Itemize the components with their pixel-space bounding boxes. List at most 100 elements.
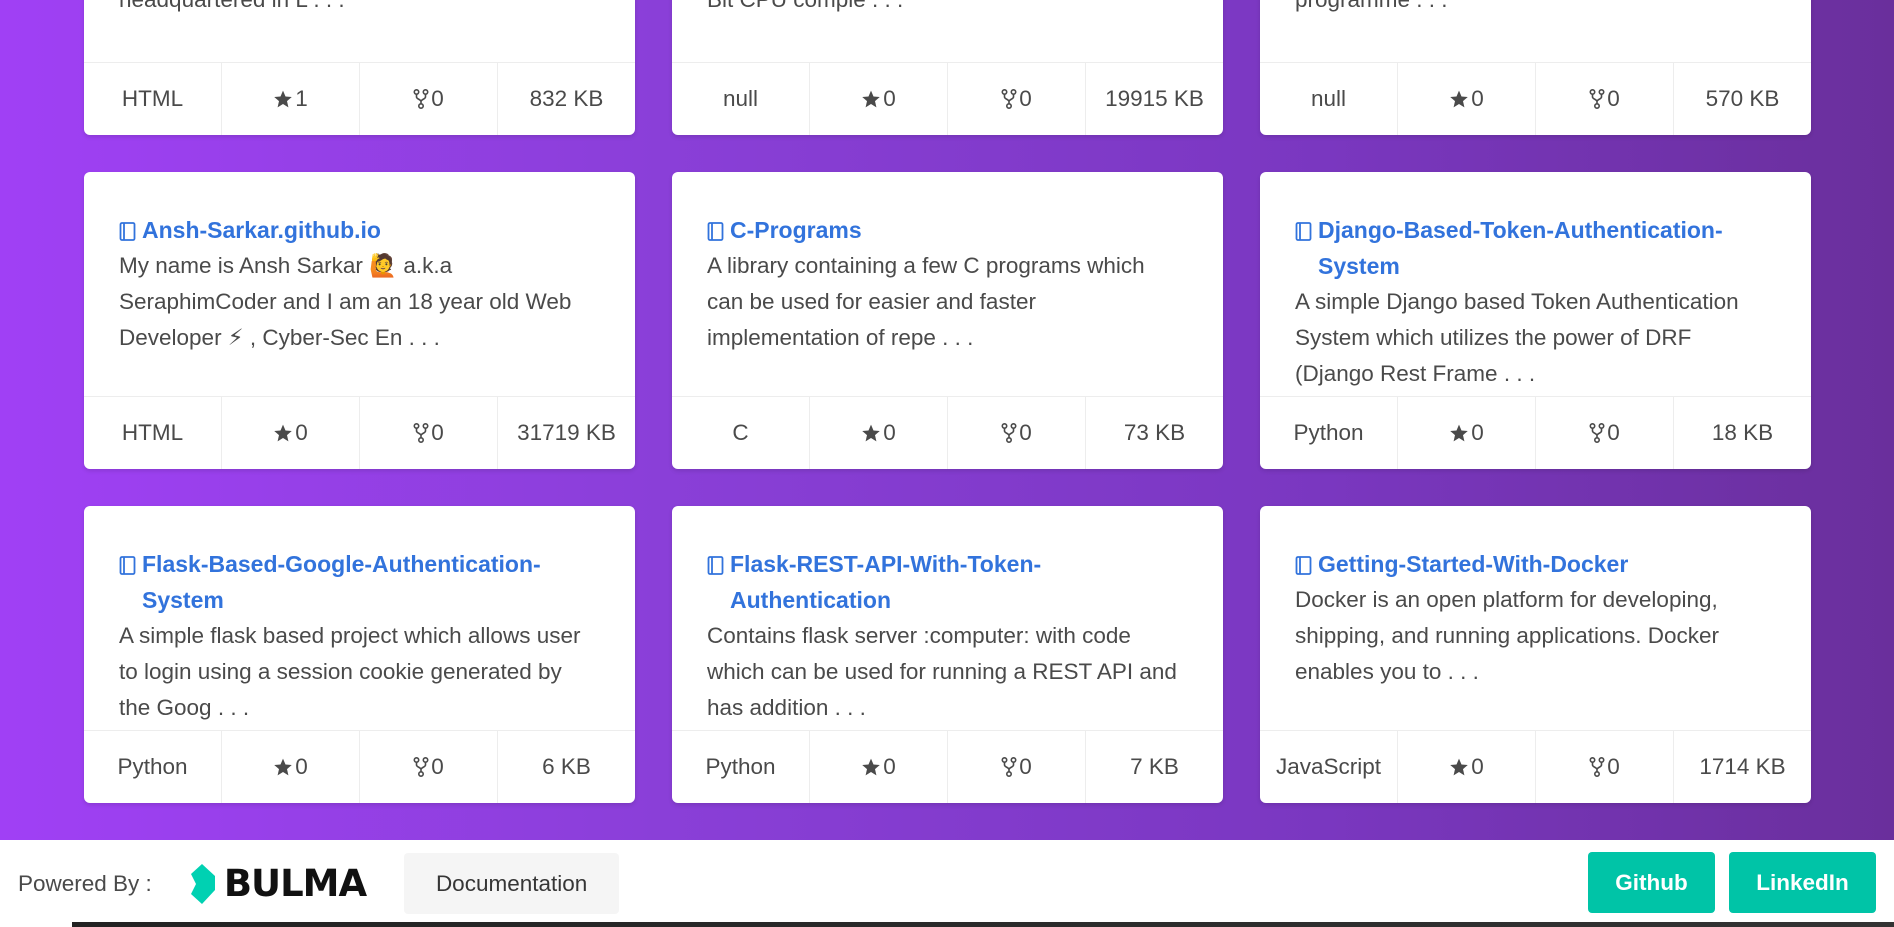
- repo-title-link[interactable]: Ansh-Sarkar.github.io: [119, 212, 599, 248]
- repo-title: C-Programs: [730, 217, 862, 243]
- repo-stars: 0: [1398, 731, 1536, 803]
- fork-icon: [1589, 89, 1605, 109]
- repo-description: Bit CPU comple . . .: [707, 0, 1187, 18]
- card-footer: HTML 0 0 31719 KB: [84, 396, 635, 469]
- repo-card: Ansh-Sarkar.github.io My name is Ansh Sa…: [84, 172, 635, 469]
- book-icon: [707, 222, 724, 241]
- size-label: 73 KB: [1123, 420, 1186, 445]
- star-count: 0: [295, 420, 308, 445]
- book-icon: [707, 556, 724, 575]
- repo-card: Getting-Started-With-Docker Docker is an…: [1260, 506, 1811, 803]
- fork-icon: [413, 423, 429, 443]
- size-label: 18 KB: [1711, 420, 1774, 445]
- bulma-logo-text: BULMA: [223, 862, 367, 905]
- book-icon: [1295, 556, 1312, 575]
- language-label: Python: [117, 754, 188, 779]
- repo-size: 1714 KB: [1674, 731, 1811, 803]
- repo-title-link[interactable]: Django-Based-Token-Authentication-System: [1295, 212, 1775, 284]
- repo-forks: 0: [948, 397, 1086, 469]
- repo-forks: 0: [948, 63, 1086, 135]
- size-label: 832 KB: [529, 86, 604, 111]
- repo-size: 18 KB: [1674, 397, 1811, 469]
- fork-count: 0: [1607, 86, 1620, 111]
- card-content: Flask-Based-Google-Authentication-System…: [84, 506, 635, 730]
- repo-card: programme . . . null 0 0 570 KB: [1260, 0, 1811, 135]
- repo-title: Flask-REST-API-With-Token-Authentication: [730, 551, 1042, 613]
- language-label: null: [1310, 86, 1347, 111]
- star-icon: [862, 90, 880, 108]
- repo-stars: 0: [810, 731, 948, 803]
- fork-icon: [413, 89, 429, 109]
- card-content: C-Programs A library containing a few C …: [672, 172, 1223, 396]
- star-icon: [274, 424, 292, 442]
- star-count: 0: [883, 86, 896, 111]
- repo-description: Contains flask server :computer: with co…: [707, 623, 1177, 720]
- fork-icon: [1001, 423, 1017, 443]
- repo-title-link[interactable]: Flask-Based-Google-Authentication-System: [119, 546, 599, 618]
- repo-card: Flask-Based-Google-Authentication-System…: [84, 506, 635, 803]
- fork-count: 0: [1019, 754, 1032, 779]
- language-label: C: [732, 420, 749, 445]
- repo-title: Getting-Started-With-Docker: [1318, 551, 1629, 577]
- language-label: Python: [705, 754, 776, 779]
- star-count: 0: [1471, 86, 1484, 111]
- card-content: headquartered in L . . .: [84, 0, 635, 62]
- repo-card: headquartered in L . . . HTML 1 0 832 KB: [84, 0, 635, 135]
- language-label: JavaScript: [1275, 754, 1382, 779]
- card-footer: C 0 0 73 KB: [672, 396, 1223, 469]
- language-label: Python: [1293, 420, 1364, 445]
- card-content: Getting-Started-With-Docker Docker is an…: [1260, 506, 1811, 730]
- repo-description: A simple Django based Token Authenticati…: [1295, 289, 1739, 386]
- page-footer: Powered By : BULMA Documentation Github …: [0, 840, 1894, 927]
- star-icon: [274, 90, 292, 108]
- bulma-logo[interactable]: BULMA: [188, 862, 367, 905]
- repo-forks: 0: [1536, 731, 1674, 803]
- fork-count: 0: [1019, 420, 1032, 445]
- card-content: Bit CPU comple . . .: [672, 0, 1223, 62]
- repo-stars: 0: [1398, 63, 1536, 135]
- repo-stars: 0: [222, 731, 360, 803]
- fork-count: 0: [431, 754, 444, 779]
- fork-count: 0: [1607, 754, 1620, 779]
- repo-description: Docker is an open platform for developin…: [1295, 587, 1720, 684]
- repo-grid: headquartered in L . . . HTML 1 0 832 KB…: [84, 0, 1812, 803]
- repo-card: Bit CPU comple . . . null 0 0 19915 KB: [672, 0, 1223, 135]
- card-footer: JavaScript 0 0 1714 KB: [1260, 730, 1811, 803]
- repo-title-link[interactable]: Getting-Started-With-Docker: [1295, 546, 1775, 582]
- card-content: Flask-REST-API-With-Token-Authentication…: [672, 506, 1223, 730]
- documentation-button[interactable]: Documentation: [404, 853, 620, 914]
- repo-stars: 0: [1398, 397, 1536, 469]
- repo-size: 6 KB: [498, 731, 635, 803]
- size-label: 6 KB: [542, 754, 591, 779]
- repo-language: null: [672, 63, 810, 135]
- fork-icon: [1001, 89, 1017, 109]
- repo-title-link[interactable]: Flask-REST-API-With-Token-Authentication: [707, 546, 1187, 618]
- star-icon: [862, 424, 880, 442]
- size-label: 7 KB: [1130, 754, 1179, 779]
- repo-size: 570 KB: [1674, 63, 1811, 135]
- repo-title-link[interactable]: C-Programs: [707, 212, 1187, 248]
- repo-title: Django-Based-Token-Authentication-System: [1318, 217, 1723, 279]
- repo-language: null: [1260, 63, 1398, 135]
- repo-card: Django-Based-Token-Authentication-System…: [1260, 172, 1811, 469]
- repo-forks: 0: [1536, 397, 1674, 469]
- language-label: null: [722, 86, 759, 111]
- fork-count: 0: [431, 86, 444, 111]
- repo-forks: 0: [1536, 63, 1674, 135]
- linkedin-button[interactable]: LinkedIn: [1729, 852, 1876, 913]
- card-footer: Python 0 0 7 KB: [672, 730, 1223, 803]
- card-content: programme . . .: [1260, 0, 1811, 62]
- star-icon: [274, 758, 292, 776]
- card-footer: HTML 1 0 832 KB: [84, 62, 635, 135]
- fork-count: 0: [1019, 86, 1032, 111]
- repo-size: 19915 KB: [1086, 63, 1223, 135]
- star-count: 0: [883, 754, 896, 779]
- repo-language: Python: [1260, 397, 1398, 469]
- taskbar-edge: [0, 922, 1894, 927]
- card-content: Django-Based-Token-Authentication-System…: [1260, 172, 1811, 396]
- repo-stars: 0: [810, 397, 948, 469]
- github-button[interactable]: Github: [1588, 852, 1715, 913]
- language-label: HTML: [121, 86, 184, 111]
- repo-description: My name is Ansh Sarkar 🙋 a.k.a SeraphimC…: [119, 253, 572, 350]
- card-footer: Python 0 0 18 KB: [1260, 396, 1811, 469]
